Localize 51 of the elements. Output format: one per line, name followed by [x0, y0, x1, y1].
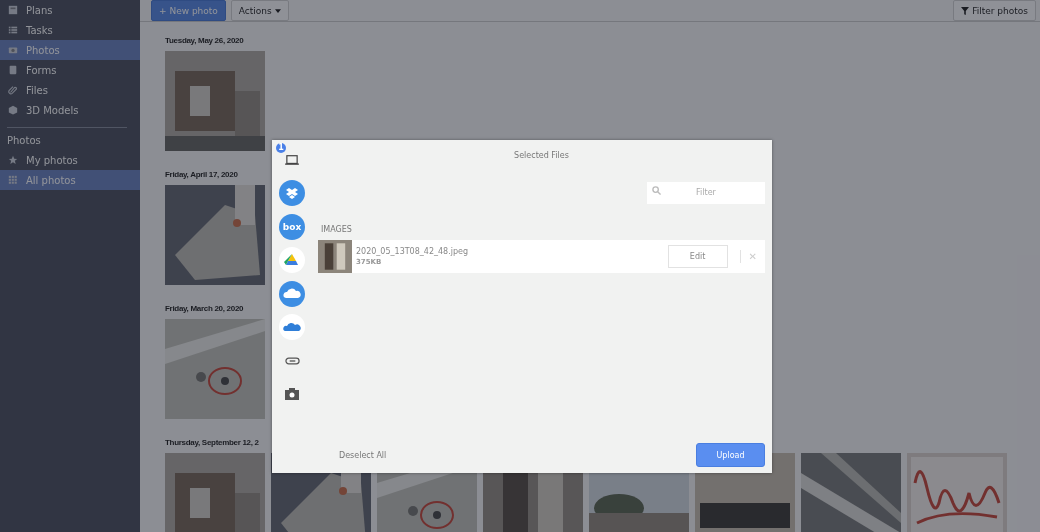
- caret-icon: [274, 8, 281, 13]
- cloud-icon[interactable]: [279, 314, 305, 341]
- dialog-title: Selected Files: [513, 151, 570, 162]
- sidebar-item-label: My photos: [26, 154, 78, 166]
- sidebar-item[interactable]: Forms: [0, 60, 140, 80]
- sidebar-item[interactable]: Plans: [0, 0, 140, 20]
- sidebar-item[interactable]: Photos: [0, 40, 140, 60]
- sidebar-item[interactable]: Files: [0, 80, 140, 100]
- file-name: 2020_05_13T08_42_48.jpeg: [356, 247, 469, 256]
- camera-icon: [8, 45, 18, 55]
- plan-icon: [8, 5, 18, 15]
- sidebar-item[interactable]: All photos: [0, 170, 140, 190]
- search-icon: [652, 186, 661, 195]
- deselect-all-button[interactable]: Deselect All: [339, 450, 387, 460]
- sidebar-item-label: Plans: [26, 4, 53, 16]
- sidebar-item-label: All photos: [26, 174, 76, 186]
- actions-button[interactable]: Actions: [230, 0, 289, 21]
- cube-icon: [8, 105, 18, 115]
- dropbox-icon[interactable]: [279, 180, 305, 207]
- new-photo-button[interactable]: + New photo: [151, 0, 226, 21]
- sidebar-heading: Photos: [6, 134, 42, 148]
- filter-icon: [961, 6, 970, 15]
- drive-icon[interactable]: [279, 247, 305, 274]
- link-icon[interactable]: [284, 356, 300, 365]
- box-logo[interactable]: box: [279, 213, 305, 240]
- star-icon: [8, 155, 18, 165]
- clipboard-icon: [8, 65, 18, 75]
- sidebar-item-label: Forms: [26, 64, 57, 76]
- camera-icon[interactable]: [285, 388, 299, 401]
- paperclip-icon: [8, 85, 18, 95]
- date-heading: Friday, April 17, 2020: [165, 169, 239, 181]
- filter-photos-button[interactable]: Filter photos: [953, 0, 1036, 21]
- filter-field[interactable]: Filter: [647, 181, 765, 204]
- laptop-icon[interactable]: [285, 153, 299, 166]
- sidebar-item[interactable]: 3D Models: [0, 100, 140, 120]
- list-icon: [8, 25, 18, 35]
- sidebar-item-label: Photos: [26, 44, 60, 56]
- grid-icon: [8, 175, 18, 185]
- section-label: IMAGES: [321, 225, 353, 235]
- sidebar-item-label: 3D Models: [26, 104, 79, 116]
- sidebar-item[interactable]: Tasks: [0, 20, 140, 40]
- edit-button[interactable]: Edit: [667, 245, 728, 268]
- sidebar-item[interactable]: My photos: [0, 150, 140, 170]
- date-heading: Friday, March 20, 2020: [165, 303, 245, 315]
- date-heading: Thursday, September 12, 2: [165, 437, 260, 449]
- sidebar-item-label: Files: [26, 84, 48, 96]
- sidebar-item-label: Tasks: [26, 24, 53, 36]
- count-badge: 1: [276, 143, 286, 153]
- cloud-icon[interactable]: [279, 280, 305, 307]
- date-heading: Tuesday, May 26, 2020: [165, 35, 245, 47]
- upload-button[interactable]: Upload: [696, 443, 765, 467]
